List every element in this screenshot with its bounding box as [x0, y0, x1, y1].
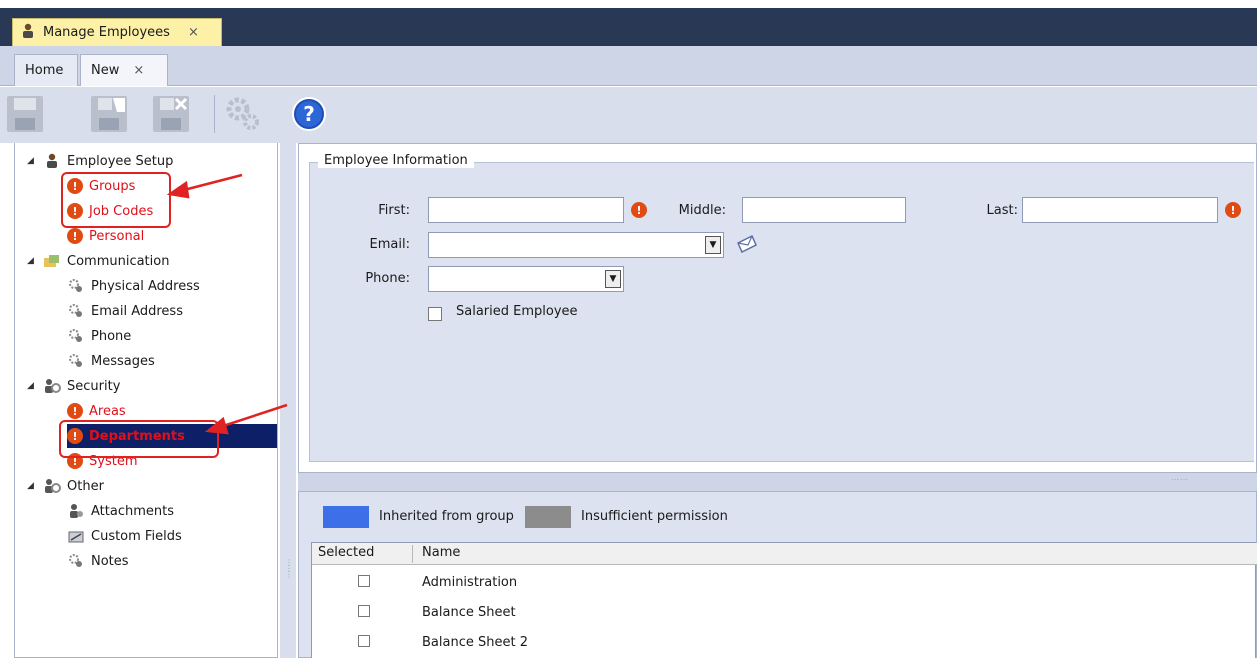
annotation-arrows [166, 173, 288, 435]
